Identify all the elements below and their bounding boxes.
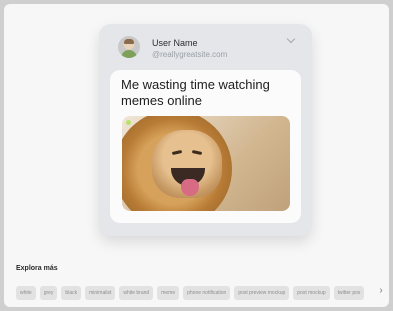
- tag-phone-notification[interactable]: phone notification: [183, 286, 231, 300]
- user-handle: @reallygreatsite.com: [152, 50, 228, 59]
- tag-white-brand[interactable]: white brand: [119, 286, 154, 300]
- tag-minimalist[interactable]: minimalist: [85, 286, 116, 300]
- tag-white[interactable]: white: [16, 286, 36, 300]
- design-preview-frame: User Name @reallygreatsite.com Me wastin…: [4, 4, 389, 307]
- post-header: User Name @reallygreatsite.com: [99, 24, 312, 70]
- tag-post-preview-mockup[interactable]: post preview mockup: [234, 286, 290, 300]
- username: User Name: [152, 38, 198, 48]
- tag-post-mockup[interactable]: post mockup: [293, 286, 330, 300]
- post-content: Me wasting time watching memes online: [110, 70, 301, 223]
- avatar-shirt-shape: [121, 50, 137, 58]
- tag-black[interactable]: black: [61, 286, 82, 300]
- avatar-hair-shape: [124, 39, 134, 44]
- chevron-down-icon[interactable]: [286, 34, 296, 44]
- tag-meme[interactable]: meme: [157, 286, 180, 300]
- tag-list: white grey black minimalist white brand …: [16, 284, 387, 302]
- social-post-card: User Name @reallygreatsite.com Me wastin…: [99, 24, 312, 236]
- post-message: Me wasting time watching memes online: [121, 77, 270, 108]
- avatar: [118, 36, 140, 58]
- explore-title: Explora más: [16, 265, 58, 272]
- tag-twitter-post[interactable]: twitter pos: [333, 286, 365, 300]
- tag-grey[interactable]: grey: [39, 286, 58, 300]
- status-dot: [126, 120, 131, 125]
- lion-meme-image: [122, 116, 290, 211]
- chevron-right-icon[interactable]: ›: [375, 284, 387, 298]
